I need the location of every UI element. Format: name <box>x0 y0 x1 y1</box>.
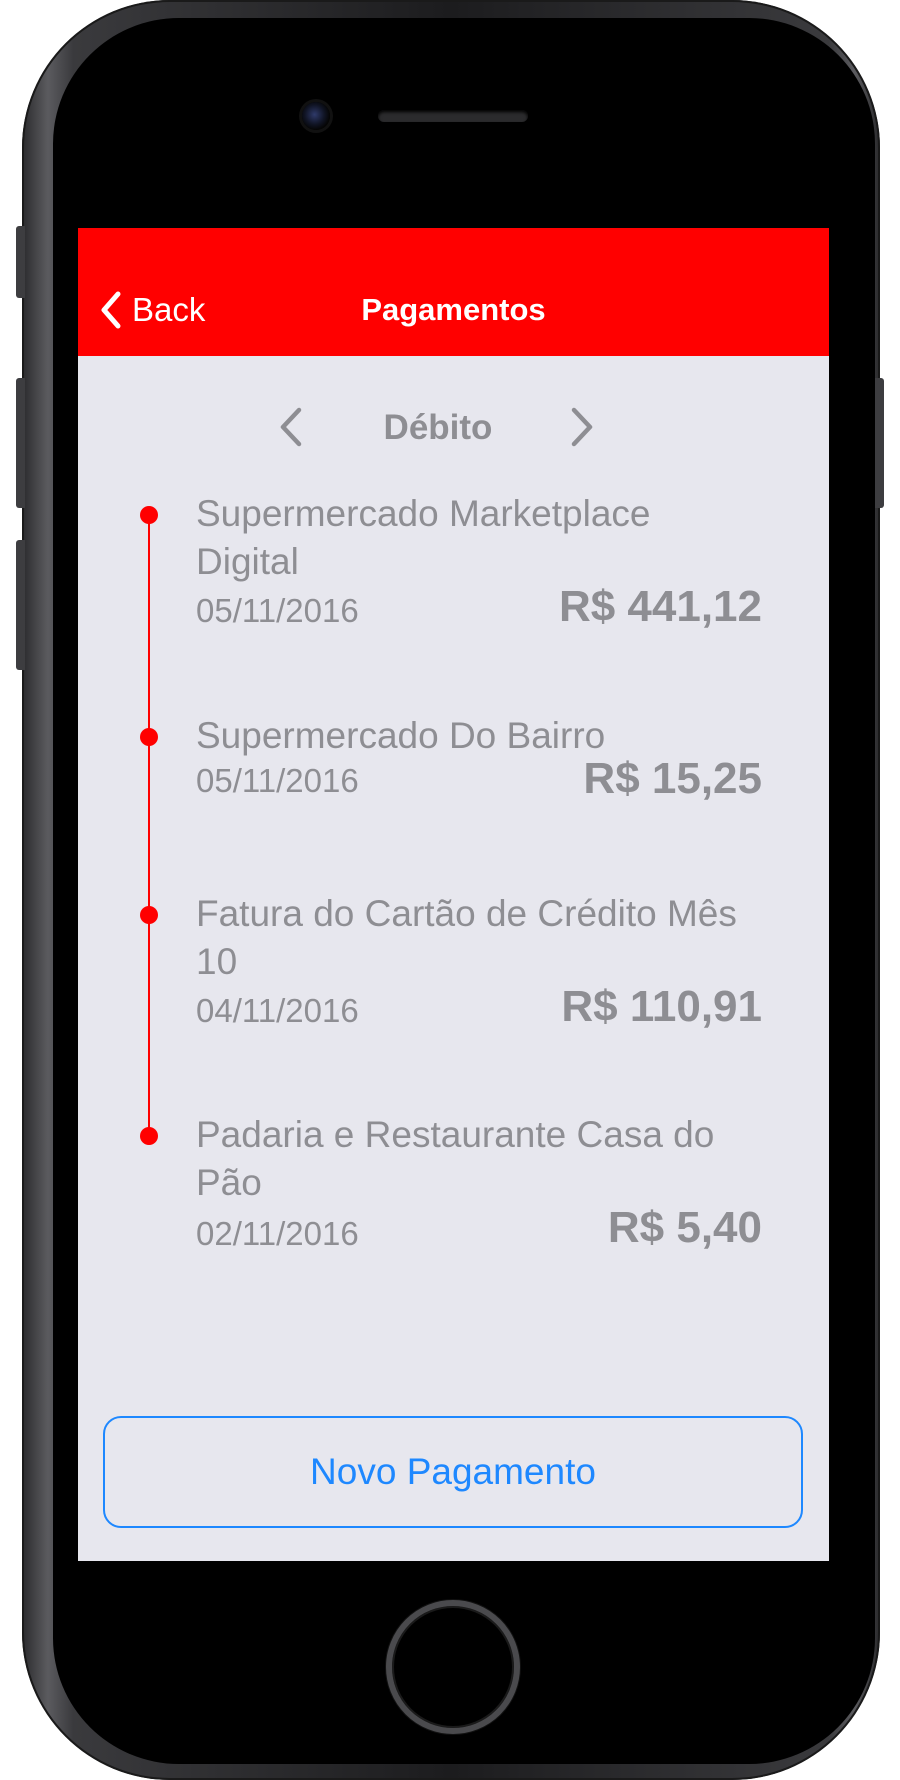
app-screen: Back Pagamentos Débito Supermercado Mark… <box>78 228 829 1561</box>
payment-name: Fatura do Cartão de Crédito Mês 10 <box>196 893 737 982</box>
payment-amount: R$ 110,91 <box>561 982 762 1031</box>
earpiece-speaker <box>378 110 528 122</box>
volume-down-button <box>16 540 25 670</box>
new-payment-button[interactable]: Novo Pagamento <box>103 1416 803 1528</box>
timeline-dot <box>140 1127 158 1145</box>
silent-switch <box>16 226 25 298</box>
payment-amount: R$ 5,40 <box>607 1203 762 1252</box>
payment-list: Supermercado Marketplace Digital 05/11/2… <box>78 228 829 1252</box>
timeline-dot <box>140 728 158 746</box>
home-button[interactable] <box>386 1600 520 1734</box>
payment-name: Padaria e Restaurante Casa do Pão <box>196 1114 715 1203</box>
payment-amount: R$ 441,12 <box>558 582 762 631</box>
volume-up-button <box>16 378 25 508</box>
payment-date: 04/11/2016 <box>196 992 359 1029</box>
timeline-dot <box>140 506 158 524</box>
payment-name: Supermercado Marketplace Digital <box>196 493 651 582</box>
payment-date: 02/11/2016 <box>196 1215 359 1252</box>
payment-date: 05/11/2016 <box>196 762 359 799</box>
front-camera <box>302 102 330 130</box>
payment-name: Supermercado Do Bairro <box>196 715 606 756</box>
power-button <box>875 378 884 508</box>
payment-date: 05/11/2016 <box>196 592 359 629</box>
payment-amount: R$ 15,25 <box>583 754 762 803</box>
timeline-dot <box>140 906 158 924</box>
